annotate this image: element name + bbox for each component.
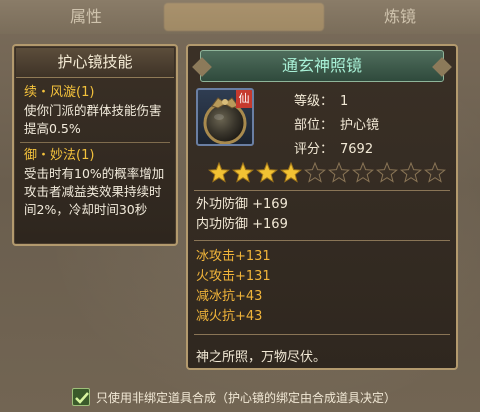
skill-entry: 续・风漩(1) 使你门派的群体技能伤害提高0.5% <box>14 80 176 138</box>
score-label: 评分： <box>294 142 334 157</box>
skill-entry: 御・妙法(1) 受击时有10%的概率增加攻击者减益类效果持续时间2%，冷却时间3… <box>14 143 176 219</box>
immortal-badge: 仙 <box>236 90 252 108</box>
star-empty-icon <box>304 162 326 183</box>
star-empty-icon <box>400 162 422 183</box>
bonus-stat: 减冰抗+43 <box>196 289 263 304</box>
tab-refine[interactable]: 炼镜 <box>350 4 450 30</box>
star-empty-icon <box>376 162 398 183</box>
bonus-stat: 火攻击+131 <box>196 269 271 284</box>
item-detail-panel: 通玄神照镜 仙 等级： 1 部位： 护心镜 评分： 7692 外功防御 +169 <box>186 44 458 370</box>
item-level-row: 等级： 1 <box>294 90 348 109</box>
item-flavor-text: 神之所照，万物尽伏。 <box>196 350 327 365</box>
level-label: 等级： <box>294 94 334 109</box>
slot-value: 护心镜 <box>340 118 380 133</box>
star-empty-icon <box>424 162 446 183</box>
slot-label: 部位： <box>294 118 334 133</box>
base-stat: 内功防御 +169 <box>196 217 288 232</box>
item-name-banner: 通玄神照镜 <box>192 50 452 82</box>
skills-panel-title: 护心镜技能 <box>16 48 174 78</box>
star-empty-icon <box>328 162 350 183</box>
tab-attributes[interactable]: 属性 <box>36 4 136 30</box>
skill-description: 使你门派的群体技能伤害提高0.5% <box>24 103 162 136</box>
bound-items-checkbox[interactable] <box>72 388 90 406</box>
skill-title: 御・妙法(1) <box>24 148 95 163</box>
item-score-row: 评分： 7692 <box>294 138 373 157</box>
star-filled-icon <box>280 162 302 183</box>
bonus-stat: 减火抗+43 <box>196 309 263 324</box>
tab-bar: 属性 炼镜 <box>0 0 480 34</box>
star-filled-icon <box>232 162 254 183</box>
item-name: 通玄神照镜 <box>281 56 362 75</box>
star-filled-icon <box>208 162 230 183</box>
divider <box>194 190 450 191</box>
bonus-stat: 冰攻击+131 <box>196 249 271 264</box>
divider <box>194 334 450 335</box>
skill-title: 续・风漩(1) <box>24 85 95 100</box>
bound-items-checkbox-label[interactable]: 只使用非绑定道具合成（护心镜的绑定由合成道具决定） <box>96 389 396 406</box>
star-empty-icon <box>352 162 374 183</box>
tab-synthesis[interactable] <box>164 3 324 31</box>
skill-description: 受击时有10%的概率增加攻击者减益类效果持续时间2%，冷却时间30秒 <box>24 166 165 217</box>
divider <box>194 240 450 241</box>
level-value: 1 <box>340 94 349 109</box>
checkmark-icon <box>75 392 89 404</box>
skills-panel: 护心镜技能 续・风漩(1) 使你门派的群体技能伤害提高0.5% 御・妙法(1) … <box>12 44 178 246</box>
item-slot-row: 部位： 护心镜 <box>294 114 379 133</box>
mirror-item-icon[interactable]: 仙 <box>196 88 254 146</box>
score-value: 7692 <box>340 142 374 157</box>
base-stat: 外功防御 +169 <box>196 197 288 212</box>
star-filled-icon <box>256 162 278 183</box>
